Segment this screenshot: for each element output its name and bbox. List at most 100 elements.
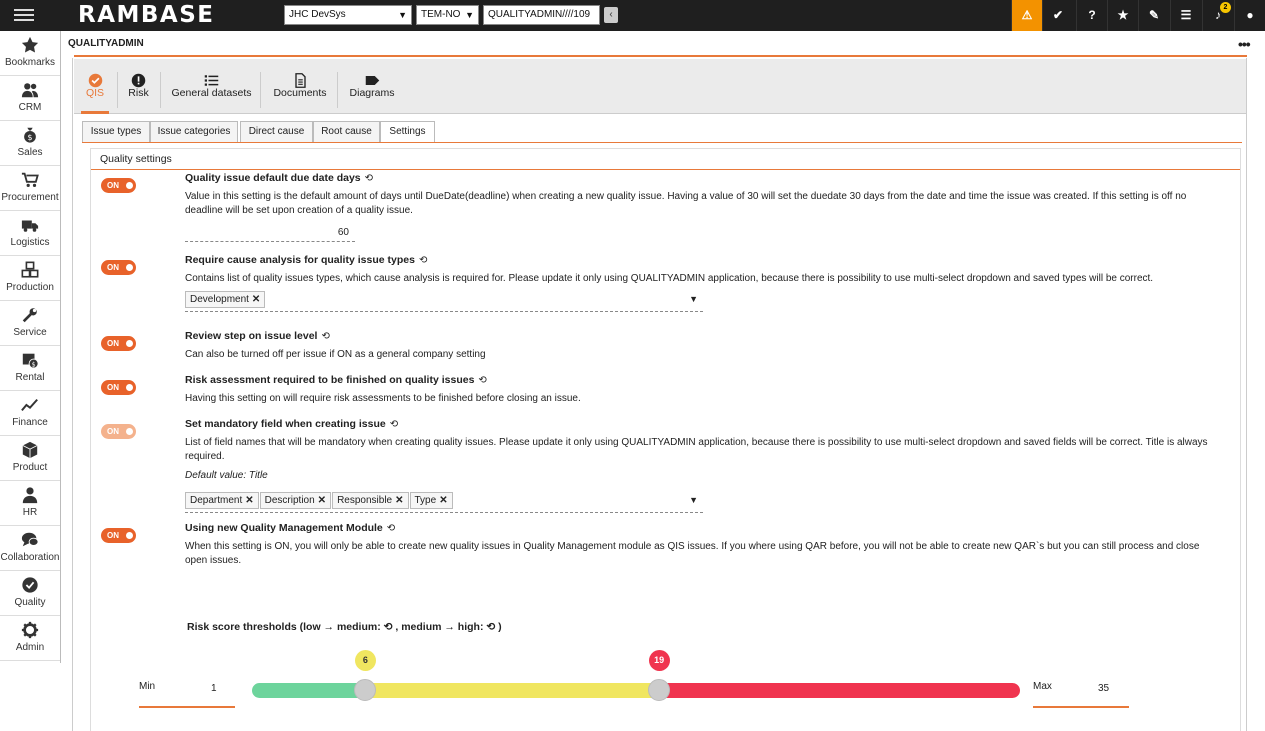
location-field[interactable]: QUALITYADMIN////109: [483, 5, 600, 25]
chevron-down-icon[interactable]: ▼: [689, 294, 698, 304]
toggle-switch[interactable]: ON: [101, 380, 136, 395]
reset-icon[interactable]: ⟲: [321, 331, 329, 342]
menu-icon[interactable]: [14, 6, 34, 24]
tab-risk[interactable]: Risk: [121, 59, 156, 114]
reset-icon[interactable]: ⟲: [478, 375, 486, 386]
tab-settings[interactable]: Settings: [380, 121, 435, 143]
company-select[interactable]: JHC DevSys ▼: [284, 5, 412, 25]
sidebar-item-label: Service: [13, 327, 47, 338]
chip-label: Description: [264, 495, 315, 506]
sidebar-item-hr[interactable]: HR: [0, 481, 60, 526]
remove-chip-icon[interactable]: ✕: [318, 495, 326, 506]
tab-direct-cause[interactable]: Direct cause: [240, 121, 313, 143]
toggle-knob: [126, 428, 133, 435]
rambase-logo[interactable]: RAMBASE: [78, 2, 215, 28]
reset-icon[interactable]: ⟲: [387, 523, 395, 534]
risk-threshold-slider: Min 1 6 19 Max 35: [91, 639, 1240, 719]
reset-icon[interactable]: ⟲: [384, 621, 393, 633]
chevron-down-icon[interactable]: ▼: [689, 495, 698, 505]
mandatory-fields-multiselect[interactable]: Department ✕ Description ✕ Responsible ✕ Type ✕…: [185, 491, 703, 513]
sidebar-item-finance[interactable]: Finance: [0, 391, 60, 436]
list-icon[interactable]: ☰: [1170, 0, 1201, 31]
toggle-switch[interactable]: ON: [101, 528, 136, 543]
remove-chip-icon[interactable]: ✕: [245, 495, 253, 506]
sidebar-item-label: Finance: [12, 417, 48, 428]
region-select[interactable]: TEM-NO ▼: [416, 5, 479, 25]
chip: Development ✕: [185, 291, 266, 308]
star-icon[interactable]: ★: [1107, 0, 1138, 31]
max-value: 35: [1098, 683, 1110, 694]
sidebar-item-crm[interactable]: CRM: [0, 76, 60, 121]
sidebar-item-label: Procurement: [1, 192, 59, 203]
chip-label: Department: [190, 495, 243, 506]
sidebar-item-quality[interactable]: Quality: [0, 571, 60, 616]
setting-title-text: Set mandatory field when creating issue: [185, 418, 386, 430]
remove-chip-icon[interactable]: ✕: [395, 495, 403, 506]
issue-types-multiselect[interactable]: Development ✕ ▼: [185, 290, 703, 312]
top-bar: RAMBASE JHC DevSys ▼ TEM-NO ▼ QUALITYADMIN…: [0, 0, 1265, 31]
tab-general-datasets[interactable]: General datasets: [164, 59, 259, 114]
money-bag-icon: $: [0, 121, 60, 147]
quality-settings-panel: Quality settings ON Quality issue defaul…: [90, 148, 1241, 731]
toggle-switch[interactable]: ON: [101, 260, 136, 275]
remove-chip-icon[interactable]: ✕: [252, 294, 260, 305]
toggle-switch[interactable]: ON: [101, 178, 136, 193]
bell-icon[interactable]: ♪ 2: [1202, 0, 1233, 31]
sidebar-item-sales[interactable]: $ Sales: [0, 121, 60, 166]
setting-description: Value in this setting is the default amo…: [185, 191, 1187, 216]
toggle-switch[interactable]: ON: [101, 424, 136, 439]
chevron-down-icon: ▼: [465, 10, 474, 20]
setting-title-text: Require cause analysis for quality issue…: [185, 254, 415, 266]
paperclip-icon[interactable]: ✎: [1138, 0, 1169, 31]
risk-thresholds-title: Risk score thresholds (low → medium: ⟲ ,…: [187, 621, 502, 633]
sidebar-item-product[interactable]: Product: [0, 436, 60, 481]
setting-title-text: Quality issue default due date days: [185, 172, 361, 184]
default-value-note: Default value: Title: [185, 470, 268, 481]
tab-diagrams[interactable]: Diagrams: [341, 59, 403, 114]
sidebar-item-bookmarks[interactable]: Bookmarks: [0, 31, 60, 76]
chip: Responsible ✕: [332, 492, 409, 509]
setting-title-text: Using new Quality Management Module: [185, 522, 383, 534]
tab-root-cause[interactable]: Root cause: [313, 121, 380, 143]
due-date-days-input[interactable]: 60: [185, 224, 355, 242]
more-options-icon[interactable]: •••: [1238, 36, 1251, 52]
chip: Description ✕: [259, 492, 332, 509]
setting-title: Review step on issue level ⟲: [185, 330, 330, 342]
help-icon[interactable]: ?: [1076, 0, 1107, 31]
tab-qis[interactable]: QIS: [75, 59, 115, 114]
warning-icon[interactable]: ⚠: [1011, 0, 1042, 31]
sidebar-item-logistics[interactable]: Logistics: [0, 211, 60, 256]
setting-description: Contains list of quality issues types, w…: [185, 273, 1154, 284]
cube-icon: [0, 436, 60, 462]
toggle-label: ON: [107, 181, 119, 190]
sidebar-item-admin[interactable]: Admin: [0, 616, 60, 661]
user-icon[interactable]: ●: [1234, 0, 1265, 31]
person-icon: [0, 481, 60, 507]
toggle-switch[interactable]: ON: [101, 336, 136, 351]
sidebar-item-service[interactable]: Service: [0, 301, 60, 346]
risk-title-part: ): [498, 621, 502, 633]
reset-icon[interactable]: ⟲: [419, 255, 427, 266]
medium-high-handle[interactable]: [647, 679, 670, 701]
divider: [82, 142, 1242, 143]
reset-icon[interactable]: ⟲: [486, 621, 495, 633]
quality-badge-icon: [0, 571, 60, 597]
low-medium-handle[interactable]: [353, 679, 376, 701]
reset-icon[interactable]: ⟲: [390, 419, 398, 430]
reset-icon[interactable]: ⟲: [365, 173, 373, 184]
min-value: 1: [211, 683, 217, 694]
sidebar-item-rental[interactable]: $ Rental: [0, 346, 60, 391]
tab-documents[interactable]: Documents: [264, 59, 336, 114]
collapse-button[interactable]: ‹: [604, 7, 618, 23]
tab-issue-types[interactable]: Issue types: [82, 121, 150, 143]
low-range-segment: [252, 683, 365, 698]
sidebar-item-procurement[interactable]: Procurement: [0, 166, 60, 211]
remove-chip-icon[interactable]: ✕: [439, 495, 447, 506]
sidebar-item-production[interactable]: Production: [0, 256, 60, 301]
risk-title-part: , medium → high:: [395, 621, 484, 633]
check-badge-icon[interactable]: ✔: [1042, 0, 1073, 31]
truck-icon: [0, 211, 60, 237]
sidebar-item-collaboration[interactable]: Collaboration: [0, 526, 60, 571]
panel-title: Quality settings: [91, 149, 1240, 170]
tab-issue-categories[interactable]: Issue categories: [150, 121, 238, 143]
